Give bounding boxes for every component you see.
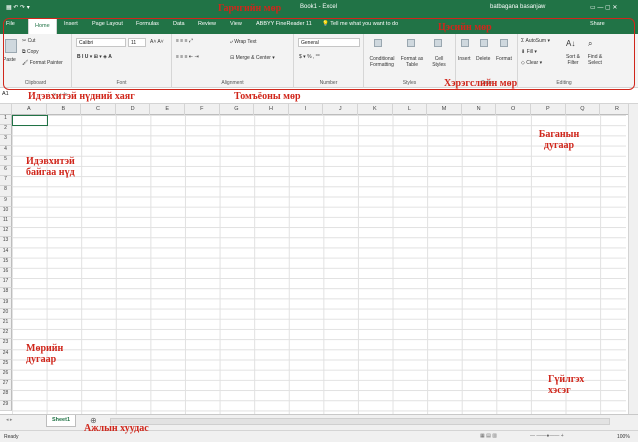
vertical-scrollbar[interactable]: [628, 104, 638, 414]
row-header-19[interactable]: 19: [0, 298, 12, 309]
row-header-8[interactable]: 8: [0, 186, 12, 197]
column-header-i[interactable]: I: [289, 104, 324, 115]
row-header-25[interactable]: 25: [0, 359, 12, 370]
column-header-h[interactable]: H: [254, 104, 289, 115]
column-header-g[interactable]: G: [220, 104, 255, 115]
row-header-12[interactable]: 12: [0, 227, 12, 238]
annotation-scroll-bar: Гүйлгэх хэсэг: [548, 374, 585, 396]
row-header-29[interactable]: 29: [0, 400, 12, 411]
column-header-k[interactable]: K: [358, 104, 393, 115]
column-header-q[interactable]: Q: [566, 104, 601, 115]
title-bar: ▦ ↶ ↷ ▾ Book1 - Excel batbagana basanjaw…: [0, 0, 638, 18]
row-header-6[interactable]: 6: [0, 166, 12, 177]
row-header-15[interactable]: 15: [0, 257, 12, 268]
row-header-1[interactable]: 1: [0, 115, 12, 126]
row-header-21[interactable]: 21: [0, 319, 12, 330]
row-header-24[interactable]: 24: [0, 349, 12, 360]
column-header-row: ABCDEFGHIJKLMNOPQR: [0, 104, 638, 115]
zoom-slider[interactable]: — ——●—— +: [530, 433, 564, 439]
row-header-23[interactable]: 23: [0, 339, 12, 350]
row-header-13[interactable]: 13: [0, 237, 12, 248]
annotation-formula-bar: Томъёоны мөр: [234, 91, 301, 102]
column-header-a[interactable]: A: [12, 104, 47, 115]
annotation-active-cell: Идэвхитэй байгаа нүд: [26, 156, 75, 178]
window-controls[interactable]: ▭ — ▢ ✕: [590, 4, 617, 11]
row-header-18[interactable]: 18: [0, 288, 12, 299]
select-all-corner[interactable]: [0, 104, 12, 115]
column-header-e[interactable]: E: [150, 104, 185, 115]
row-header-2[interactable]: 2: [0, 125, 12, 136]
column-header-c[interactable]: C: [81, 104, 116, 115]
row-header-10[interactable]: 10: [0, 206, 12, 217]
column-header-b[interactable]: B: [47, 104, 82, 115]
annotation-menu-bar: Цэсийн мөр: [438, 22, 492, 33]
column-header-l[interactable]: L: [393, 104, 428, 115]
row-header-20[interactable]: 20: [0, 308, 12, 319]
column-header-o[interactable]: O: [496, 104, 531, 115]
column-header-n[interactable]: N: [462, 104, 497, 115]
row-header-17[interactable]: 17: [0, 278, 12, 289]
excel-icon: ▦ ↶ ↷ ▾: [6, 5, 30, 11]
column-header-p[interactable]: P: [531, 104, 566, 115]
annotation-row-number: Мөрийн дугаар: [26, 343, 64, 365]
annotation-toolbar: Хэрэгслийн мөр: [444, 78, 518, 89]
horizontal-scrollbar[interactable]: [110, 418, 610, 425]
status-text: Ready: [4, 434, 19, 440]
row-header-7[interactable]: 7: [0, 176, 12, 187]
row-header-26[interactable]: 26: [0, 370, 12, 381]
column-header-d[interactable]: D: [116, 104, 151, 115]
zoom-level[interactable]: 100%: [617, 434, 630, 440]
row-header-16[interactable]: 16: [0, 268, 12, 279]
row-header-28[interactable]: 28: [0, 390, 12, 401]
window-title: Book1 - Excel: [300, 4, 338, 10]
annotation-active-cell-address: Идэвхитэй нүдний хаяг: [28, 91, 135, 102]
row-header-11[interactable]: 11: [0, 217, 12, 228]
annotation-worksheet: Ажлын хуудас: [84, 423, 149, 434]
column-header-m[interactable]: M: [427, 104, 462, 115]
row-header-3[interactable]: 3: [0, 135, 12, 146]
row-header-22[interactable]: 22: [0, 329, 12, 340]
row-header-5[interactable]: 5: [0, 155, 12, 166]
annotation-title-bar: Гарчгийн мөр: [218, 3, 282, 14]
row-header-9[interactable]: 9: [0, 196, 12, 207]
annotation-column-number: Баганын дугаар: [538, 129, 580, 151]
active-cell[interactable]: [12, 115, 48, 126]
row-header-4[interactable]: 4: [0, 145, 12, 156]
ribbon-highlight-frame: [3, 18, 635, 90]
view-mode-icons[interactable]: ▦ ▤ ▥: [480, 433, 497, 439]
sheet-nav-icon[interactable]: ◂ ▸: [6, 417, 12, 423]
row-header-14[interactable]: 14: [0, 247, 12, 258]
column-header-f[interactable]: F: [185, 104, 220, 115]
user-name[interactable]: batbagana basanjaw: [490, 4, 545, 10]
row-header-27[interactable]: 27: [0, 380, 12, 391]
sheet-tab[interactable]: Sheet1: [46, 415, 76, 427]
column-header-j[interactable]: J: [323, 104, 358, 115]
